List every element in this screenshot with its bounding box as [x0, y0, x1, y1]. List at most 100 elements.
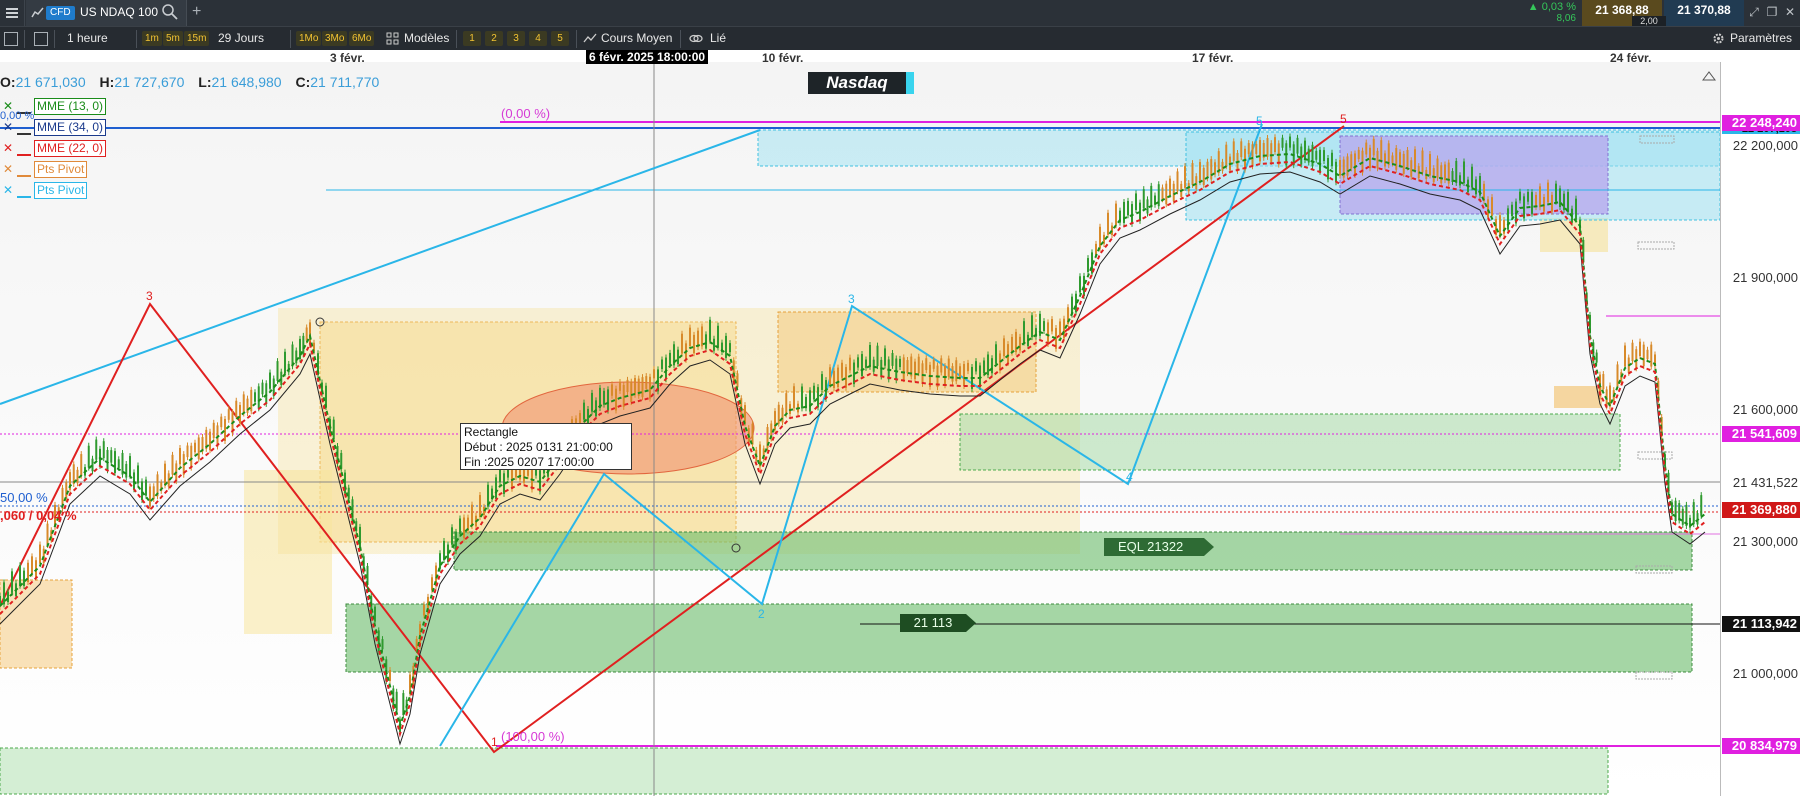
layout-4[interactable]: 4: [529, 31, 547, 46]
date-label-2: 10 févr.: [762, 51, 804, 65]
red-wave-5-label: 5: [1340, 112, 1347, 126]
cyan-wave-4-label: 4: [1126, 470, 1133, 484]
chart-title-banner: Nasdaq: [808, 72, 914, 94]
candle-body: [114, 451, 116, 473]
average-price-icon: [583, 33, 597, 43]
range-3mo[interactable]: 3Mo: [322, 31, 348, 46]
layout-grid-icon[interactable]: [34, 32, 48, 46]
candle-body: [246, 398, 249, 413]
candle-body: [1551, 194, 1553, 212]
green-zone-eql: [453, 531, 1693, 571]
candle-body: [1406, 150, 1409, 168]
candle-body: [1339, 160, 1341, 176]
candle-body: [1023, 321, 1025, 343]
candle-body: [1555, 183, 1557, 202]
candle-body: [872, 359, 875, 372]
candle-body: [987, 354, 989, 376]
candle-body: [876, 345, 879, 367]
candle-body: [837, 367, 839, 388]
candle-body: [1539, 186, 1541, 208]
remove-indicator-icon: ✕: [2, 162, 14, 176]
layout-3[interactable]: 3: [507, 31, 525, 46]
candle-body: [1142, 189, 1145, 209]
candle-body: [1331, 152, 1333, 167]
candle-body: [276, 361, 279, 381]
fib-top-label: (0,00 %): [501, 106, 551, 121]
candle-body: [1146, 199, 1149, 214]
candle-body: [91, 458, 94, 472]
eql-tag[interactable]: EQL 21322: [1104, 538, 1204, 556]
hamburger-menu-icon[interactable]: [0, 0, 25, 26]
price-tag-fib: 21 541,609: [1722, 426, 1800, 442]
candle-body: [1410, 160, 1413, 177]
candle-body: [1440, 165, 1443, 184]
layout-1[interactable]: 1: [463, 31, 481, 46]
layout-5[interactable]: 5: [551, 31, 569, 46]
fib-mid-label: 50,00 %: [0, 490, 48, 505]
chart-canvas[interactable]: [0, 50, 1800, 796]
date-label-4: 24 févr.: [1610, 51, 1652, 65]
candle-body: [1225, 144, 1228, 167]
candle-body: [963, 364, 965, 386]
candle-body: [1535, 194, 1537, 208]
range-5m[interactable]: 5m: [163, 31, 183, 46]
tooltip-title: Rectangle: [464, 425, 519, 439]
average-price-button[interactable]: Cours Moyen: [601, 31, 672, 45]
models-button[interactable]: Modèles: [404, 31, 449, 45]
restore-icon[interactable]: ❐: [1764, 4, 1780, 20]
candle-body: [729, 343, 731, 353]
candle-body: [1199, 162, 1201, 183]
candle-body: [902, 357, 905, 380]
candle-body: [479, 495, 481, 517]
price-tag-last: 21 369,880: [1722, 502, 1800, 518]
buy-price-button[interactable]: 21 370,88: [1664, 0, 1744, 26]
candle-body: [1503, 220, 1505, 234]
range-1m[interactable]: 1m: [142, 31, 162, 46]
candle-body: [3, 582, 5, 605]
candle-body: [705, 334, 707, 349]
range-1mo[interactable]: 1Mo: [296, 31, 322, 46]
layout-2[interactable]: 2: [485, 31, 503, 46]
interval-select[interactable]: 1 heure: [67, 31, 108, 45]
green-zone-low: [345, 603, 1693, 673]
candle-body: [1519, 191, 1521, 201]
candle-body: [1165, 183, 1168, 205]
candle-body: [381, 639, 384, 650]
expand-icon[interactable]: ⤢: [1746, 4, 1762, 20]
candle-body: [944, 365, 946, 386]
change-percent: ▲ 0,03 %: [1527, 1, 1576, 13]
level-tag[interactable]: 21 113: [900, 614, 966, 632]
settings-button[interactable]: Paramètres: [1730, 31, 1792, 45]
candle-body: [1251, 144, 1254, 167]
candle-body: [1111, 225, 1113, 236]
range-15m[interactable]: 15m: [184, 31, 210, 46]
candle-body: [921, 363, 924, 384]
period-select[interactable]: 29 Jours: [218, 31, 264, 45]
candle-body: [239, 404, 241, 424]
add-tab-icon[interactable]: +: [192, 3, 201, 21]
models-icon[interactable]: [386, 32, 399, 45]
candle-body: [1323, 150, 1325, 162]
candle-body: [1240, 141, 1243, 158]
list-icon[interactable]: [4, 32, 18, 46]
candle-body: [1436, 158, 1439, 178]
candle-body: [121, 452, 124, 475]
chart-area[interactable]: [0, 50, 1800, 796]
candle-body: [1300, 146, 1303, 165]
candle-body: [736, 373, 739, 388]
candle-body: [1639, 341, 1641, 357]
candle-body: [1547, 182, 1549, 203]
linked-button[interactable]: Lié: [710, 31, 726, 45]
candle-body: [914, 361, 916, 380]
instrument-tab[interactable]: CFD US NDAQ 100: [26, 0, 187, 26]
candle-body: [1115, 203, 1117, 226]
close-icon[interactable]: ✕: [1782, 4, 1798, 20]
candle-body: [1335, 161, 1337, 183]
fib-bottom-label: (100,00 %): [501, 729, 565, 744]
cyan-wave-2-label: 2: [758, 607, 765, 621]
candle-body: [1107, 212, 1109, 235]
search-icon[interactable]: [161, 3, 179, 21]
range-6mo[interactable]: 6Mo: [349, 31, 375, 46]
price-tag-level: 21 113,942: [1722, 616, 1800, 632]
candle-body: [295, 350, 298, 364]
